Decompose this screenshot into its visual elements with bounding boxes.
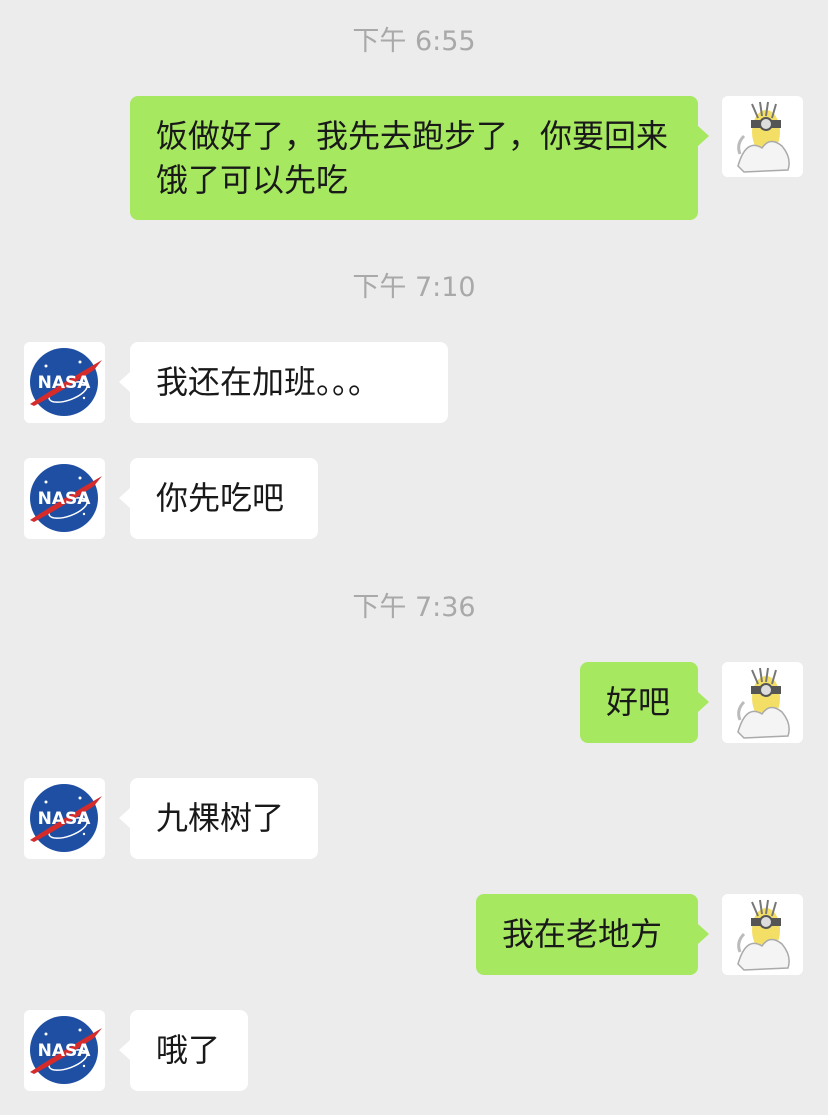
nasa-logo-icon: NASA: [24, 458, 105, 539]
svg-text:NASA: NASA: [38, 489, 92, 509]
bubble-tail: [698, 126, 709, 146]
message-bubble-outgoing[interactable]: 饭做好了，我先去跑步了，你要回来饿了可以先吃: [130, 96, 698, 220]
nasa-logo-icon: NASA: [24, 342, 105, 423]
self-avatar[interactable]: [722, 96, 803, 177]
minion-avatar-icon: [722, 894, 803, 975]
nasa-logo-icon: NASA: [24, 1010, 105, 1091]
message-bubble-outgoing[interactable]: 好吧: [580, 662, 698, 743]
bubble-tail: [119, 372, 130, 392]
self-avatar[interactable]: [722, 662, 803, 743]
message-bubble-incoming[interactable]: 哦了: [130, 1010, 248, 1091]
bubble-tail: [119, 488, 130, 508]
contact-avatar[interactable]: NASA: [24, 458, 105, 539]
self-avatar[interactable]: [722, 894, 803, 975]
bubble-tail: [698, 924, 709, 944]
message-bubble-incoming[interactable]: 九棵树了: [130, 778, 318, 859]
contact-avatar[interactable]: NASA: [24, 1010, 105, 1091]
contact-avatar[interactable]: NASA: [24, 778, 105, 859]
bubble-tail: [698, 692, 709, 712]
timestamp: 下午 6:55: [352, 26, 476, 57]
contact-avatar[interactable]: NASA: [24, 342, 105, 423]
message-bubble-incoming[interactable]: 你先吃吧: [130, 458, 318, 539]
timestamp: 下午 7:36: [352, 592, 476, 623]
message-bubble-incoming[interactable]: 我还在加班。。。: [130, 342, 448, 423]
bubble-tail: [119, 1040, 130, 1060]
message-bubble-outgoing[interactable]: 我在老地方: [476, 894, 698, 975]
minion-avatar-icon: [722, 662, 803, 743]
svg-text:NASA: NASA: [38, 809, 92, 829]
svg-text:NASA: NASA: [38, 1041, 92, 1061]
minion-avatar-icon: [722, 96, 803, 177]
bubble-tail: [119, 808, 130, 828]
nasa-logo-icon: NASA: [24, 778, 105, 859]
svg-text:NASA: NASA: [38, 373, 92, 393]
timestamp: 下午 7:10: [352, 272, 476, 303]
